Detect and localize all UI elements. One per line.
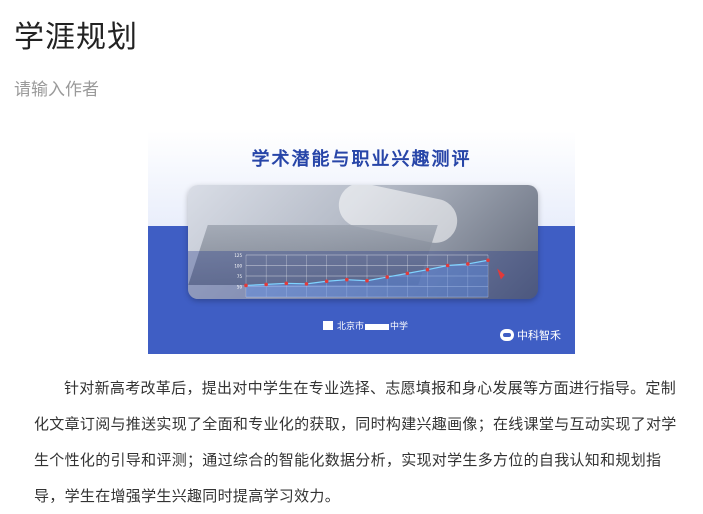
chart-point [445,263,450,268]
banner-image: 学术潜能与职业兴趣测评 125 100 75 50 北京市 中学 中科智禾 [148,131,575,354]
chart-tick-label: 125 [234,253,242,258]
chart-point [264,282,268,287]
chart-point [425,267,430,272]
chart-tick-label: 100 [234,264,242,269]
chat-bubble-icon [500,329,514,341]
author-field[interactable]: 请输入作者 [14,78,99,102]
chart-tick-label: 50 [237,285,243,290]
school-name-mask [365,323,390,330]
school-label: 北京市 中学 [337,319,408,332]
chart-point [284,281,289,286]
banner-heading: 学术潜能与职业兴趣测评 [251,149,472,170]
article-body: 针对新高考改革后，提出对中学生在专业选择、志愿填报和身心发展等方面进行指导。定制… [34,379,677,505]
chart-tick-label: 75 [237,274,243,279]
brand-name: 中科智禾 [517,329,561,342]
line-chart: 125 100 75 50 [234,253,490,298]
chart-point [324,279,329,284]
chart-point [365,278,369,283]
chart-point [244,283,248,288]
chart-point [486,258,490,263]
chart-point [466,262,470,266]
chart-point [385,275,389,279]
school-box-icon [323,321,333,330]
school-prefix: 北京市 [337,322,365,332]
school-suffix: 中学 [390,322,409,332]
chart-point [345,277,349,282]
chart-point [405,271,410,276]
chart-point [304,282,309,286]
brand-logo: 中科智禾 [500,327,561,343]
page-title: 学涯规划 [14,20,138,55]
